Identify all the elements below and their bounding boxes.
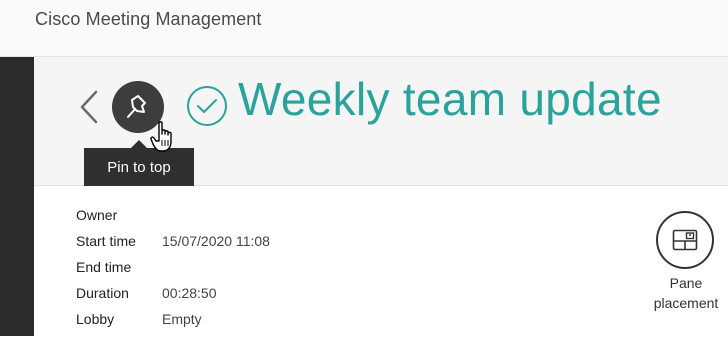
back-button[interactable] [76, 88, 102, 126]
meeting-details: Owner Start time 15/07/2020 11:08 End ti… [76, 207, 270, 337]
check-circle-icon [187, 86, 227, 126]
detail-label: Start time [76, 233, 136, 249]
pane-placement-label: Pane placement [636, 273, 728, 313]
detail-row-end-time: End time [76, 259, 270, 285]
pane-label-line2: placement [653, 295, 719, 311]
left-rail [0, 57, 34, 336]
tooltip-arrow [131, 140, 147, 148]
detail-row-start-time: Start time 15/07/2020 11:08 [76, 233, 270, 259]
detail-value: 15/07/2020 11:08 [162, 233, 270, 249]
app-title: Cisco Meeting Management [35, 9, 262, 29]
detail-label: Owner [76, 207, 118, 223]
detail-label: Duration [76, 285, 129, 301]
detail-label: End time [76, 259, 132, 275]
pin-icon [127, 95, 146, 118]
detail-value: Empty [162, 311, 202, 327]
layout-icon [672, 229, 698, 251]
chevron-left-icon [80, 90, 98, 124]
detail-row-duration: Duration 00:28:50 [76, 285, 270, 311]
detail-row-lobby: Lobby Empty [76, 311, 270, 337]
pane-placement-button[interactable] [656, 211, 714, 269]
detail-value: 00:28:50 [162, 285, 217, 301]
meeting-title: Weekly team update [238, 73, 662, 125]
detail-row-owner: Owner [76, 207, 270, 233]
detail-label: Lobby [76, 311, 115, 327]
pane-label-line1: Pane [669, 275, 703, 291]
hand-cursor-icon [150, 121, 172, 152]
app-header: Cisco Meeting Management [0, 0, 728, 57]
